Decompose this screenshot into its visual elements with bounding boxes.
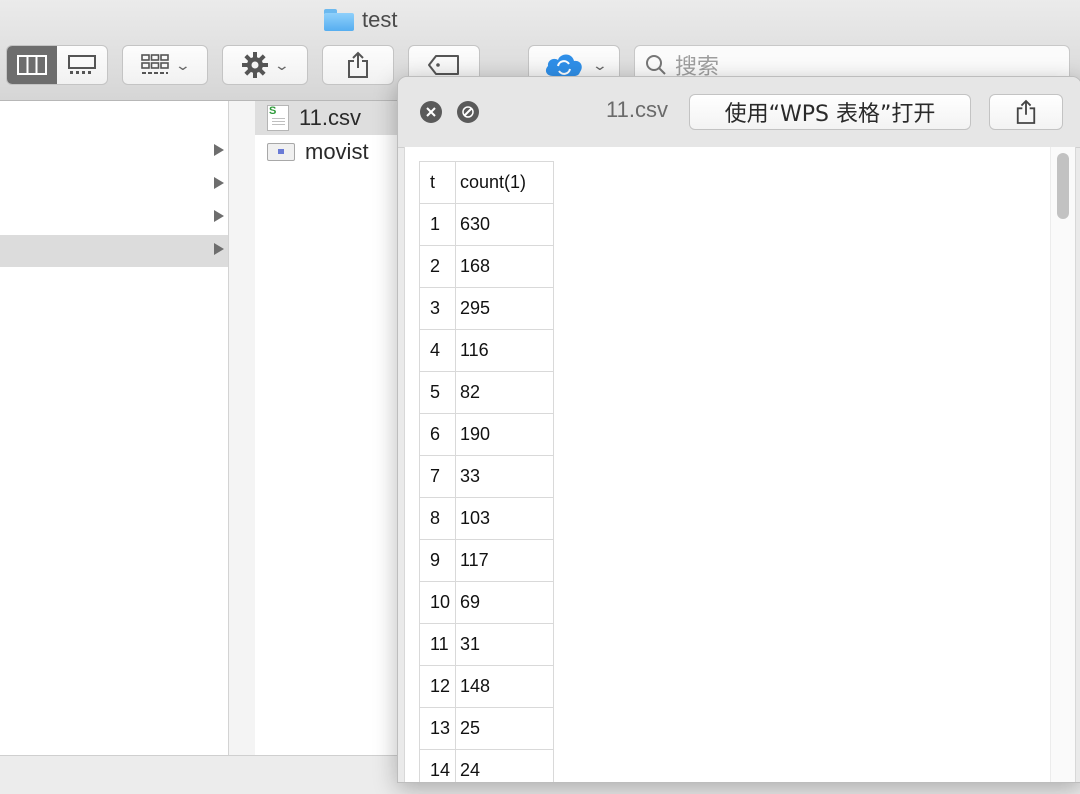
cell-count: 25 [455, 707, 554, 750]
gear-icon [242, 52, 269, 78]
grid-arrange-icon [141, 54, 169, 74]
cell-t: 3 [419, 287, 456, 330]
cell-t: 6 [419, 413, 456, 456]
table-row: 11 31 [419, 623, 554, 666]
folder-row[interactable] [0, 169, 228, 201]
cell-count: 117 [455, 539, 554, 582]
table-row: 3 295 [419, 287, 554, 330]
cell-t: 7 [419, 455, 456, 498]
table-row: 13 25 [419, 707, 554, 750]
table-row: 7 33 [419, 455, 554, 498]
table-row: 5 82 [419, 371, 554, 414]
open-with-wps-button[interactable]: 使用“WPS 表格”打开 [689, 94, 971, 130]
table-row: 1 630 [419, 203, 554, 246]
table-row: 2 168 [419, 245, 554, 288]
share-icon [348, 51, 368, 78]
column-separator [229, 101, 255, 755]
table-header-row: t count(1) [419, 161, 554, 204]
gallery-view-icon [68, 55, 96, 74]
cell-count: 31 [455, 623, 554, 666]
cell-t: 1 [419, 203, 456, 246]
file-name: 11.csv [299, 105, 361, 130]
group-by-button[interactable]: ⌄ [122, 45, 208, 85]
scrollbar-thumb[interactable] [1057, 153, 1069, 219]
folder-row[interactable] [0, 202, 228, 234]
column-header: t [419, 161, 456, 204]
cell-t: 5 [419, 371, 456, 414]
cell-t: 4 [419, 329, 456, 372]
gallery-view-button[interactable] [57, 46, 107, 84]
search-icon [646, 55, 666, 75]
csv-table: t count(1) 1 630 2 168 3 295 4 116 5 82 6 190 7 33 8 10… [419, 161, 554, 782]
file-list-column: 11.csv movist [255, 101, 400, 755]
cell-count: 33 [455, 455, 554, 498]
table-row: 10 69 [419, 581, 554, 624]
cell-count: 148 [455, 665, 554, 708]
column-header: count(1) [455, 161, 554, 204]
vertical-scrollbar[interactable] [1050, 147, 1075, 782]
cell-t: 8 [419, 497, 456, 540]
folder-row[interactable] [0, 136, 228, 168]
cell-t: 10 [419, 581, 456, 624]
table-row: 12 148 [419, 665, 554, 708]
folder-icon [324, 9, 354, 31]
close-button[interactable] [420, 101, 442, 123]
app-icon [267, 143, 295, 161]
disclosure-triangle-icon [214, 177, 224, 189]
table-row: 4 116 [419, 329, 554, 372]
fullscreen-icon [462, 106, 474, 118]
disclosure-triangle-icon [214, 144, 224, 156]
quicklook-header: 11.csv 使用“WPS 表格”打开 [398, 77, 1080, 148]
window-title-text: test [362, 7, 398, 32]
close-icon [426, 107, 436, 117]
chevron-down-icon: ⌄ [273, 56, 291, 73]
action-menu-button[interactable]: ⌄ [222, 45, 308, 85]
cell-count: 69 [455, 581, 554, 624]
quicklook-share-button[interactable] [989, 94, 1063, 130]
table-row: 6 190 [419, 413, 554, 456]
quicklook-panel: 11.csv 使用“WPS 表格”打开 t count(1) 1 630 2 168 3… [397, 76, 1080, 783]
cell-t: 12 [419, 665, 456, 708]
cell-count: 82 [455, 371, 554, 414]
quicklook-content: t count(1) 1 630 2 168 3 295 4 116 5 82 6 190 7 33 8 10… [404, 147, 1076, 782]
file-name: movist [305, 139, 369, 164]
tag-icon [428, 55, 459, 75]
cell-count: 116 [455, 329, 554, 372]
table-row: 14 24 [419, 749, 554, 782]
cell-count: 103 [455, 497, 554, 540]
table-row: 9 117 [419, 539, 554, 582]
table-row: 8 103 [419, 497, 554, 540]
disclosure-triangle-icon [214, 210, 224, 222]
cell-count: 630 [455, 203, 554, 246]
chevron-down-icon: ⌄ [591, 56, 609, 73]
cell-count: 295 [455, 287, 554, 330]
cell-t: 13 [419, 707, 456, 750]
cell-t: 11 [419, 623, 456, 666]
share-button[interactable] [322, 45, 394, 85]
share-icon [1016, 99, 1036, 124]
cell-count: 168 [455, 245, 554, 288]
sidebar-column [0, 101, 228, 755]
view-mode-control [6, 45, 108, 85]
cell-t: 2 [419, 245, 456, 288]
column-view-icon [17, 55, 47, 75]
file-row-csv[interactable]: 11.csv [255, 101, 400, 135]
cell-count: 24 [455, 749, 554, 782]
cell-t: 9 [419, 539, 456, 582]
fullscreen-button[interactable] [457, 101, 479, 123]
chevron-down-icon: ⌄ [174, 56, 192, 73]
disclosure-triangle-icon [214, 243, 224, 255]
file-row-movist[interactable]: movist [255, 135, 400, 169]
cell-t: 14 [419, 749, 456, 782]
window-title: test [324, 6, 397, 34]
cell-count: 190 [455, 413, 554, 456]
column-view-button[interactable] [7, 46, 57, 84]
spreadsheet-file-icon [267, 105, 289, 131]
folder-row-selected[interactable] [0, 235, 228, 267]
quicklook-title: 11.csv [606, 97, 668, 122]
